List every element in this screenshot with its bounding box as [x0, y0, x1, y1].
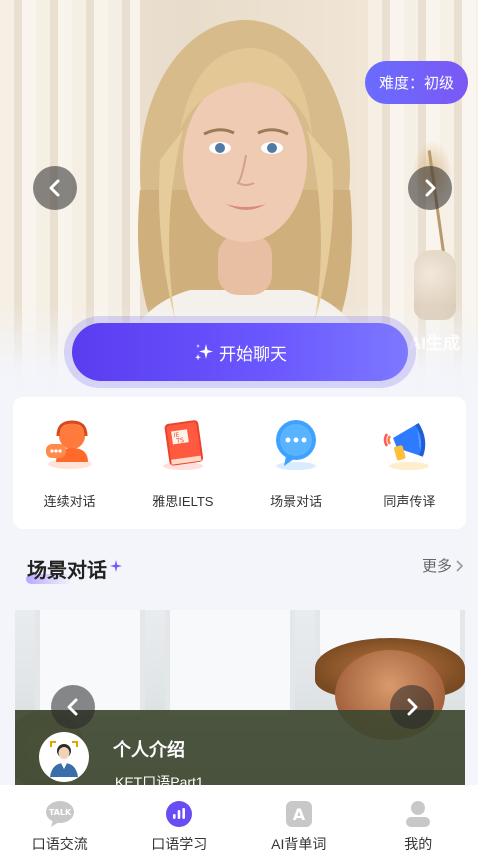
start-chat-button[interactable]: 开始聊天	[72, 323, 408, 381]
feature-scene-chat[interactable]: 场景对话	[246, 415, 346, 529]
scene-title: 个人介绍	[113, 740, 185, 760]
study-icon	[164, 799, 194, 829]
feature-continuous-chat[interactable]: 连续对话	[20, 415, 120, 529]
scene-card[interactable]: 个人介绍 KET口语Part1	[15, 610, 465, 786]
feature-ielts[interactable]: IE TS 雅思IELTS	[133, 415, 233, 529]
hero-prev-button[interactable]	[33, 166, 77, 210]
sparkle-icon	[110, 560, 122, 572]
chevron-left-icon	[67, 698, 78, 716]
feature-grid: 连续对话 IE TS 雅思IELTS 场景对话 同声传译	[13, 397, 466, 529]
bottom-tab-bar: TALK 口语交流 口语学习 A AI背单词 我的	[0, 785, 478, 862]
scene-prev-button[interactable]	[51, 685, 95, 729]
hero-next-button[interactable]	[408, 166, 452, 210]
chevron-right-icon	[425, 179, 436, 197]
feature-label: 雅思IELTS	[152, 494, 214, 509]
person-badge-icon	[50, 741, 78, 777]
megaphone-icon	[380, 415, 438, 473]
section-title: 场景对话	[27, 560, 107, 582]
more-label: 更多	[421, 558, 452, 575]
scene-next-button[interactable]	[390, 685, 434, 729]
chevron-left-icon	[49, 179, 60, 197]
tab-study[interactable]: 口语学习	[129, 799, 229, 862]
tab-label: 我的	[404, 836, 433, 852]
window-decor	[165, 610, 295, 720]
feature-label: 同声传译	[383, 494, 436, 509]
scene-chat-bubble-icon	[267, 415, 325, 473]
svg-text:A: A	[293, 805, 306, 824]
profile-icon	[403, 799, 433, 829]
tab-label: AI背单词	[271, 836, 327, 852]
continuous-chat-icon	[41, 415, 99, 473]
scene-subtitle: KET口语Part1	[115, 774, 204, 786]
tab-label: 口语学习	[151, 836, 208, 852]
chevron-right-icon	[456, 559, 464, 572]
tab-label: 口语交流	[31, 836, 88, 852]
svg-text:TALK: TALK	[49, 808, 72, 817]
scene-avatar	[39, 732, 89, 782]
tab-talk[interactable]: TALK 口语交流	[10, 799, 110, 862]
more-link[interactable]: 更多	[422, 555, 464, 576]
chevron-right-icon	[407, 698, 418, 716]
sparkle-icon	[195, 344, 213, 361]
ielts-book-icon: IE TS	[154, 415, 212, 473]
ai-generated-label: AI生成	[409, 334, 460, 353]
difficulty-badge[interactable]: 难度：初级	[365, 61, 468, 104]
word-icon: A	[284, 799, 314, 829]
svg-text:TS: TS	[175, 437, 185, 445]
tab-profile[interactable]: 我的	[368, 799, 468, 862]
feature-label: 场景对话	[270, 494, 323, 509]
feature-interpretation[interactable]: 同声传译	[359, 415, 459, 529]
start-chat-label: 开始聊天	[219, 344, 287, 364]
tab-ai-words[interactable]: A AI背单词	[249, 799, 349, 862]
feature-label: 连续对话	[43, 494, 96, 509]
talk-icon: TALK	[45, 799, 75, 829]
